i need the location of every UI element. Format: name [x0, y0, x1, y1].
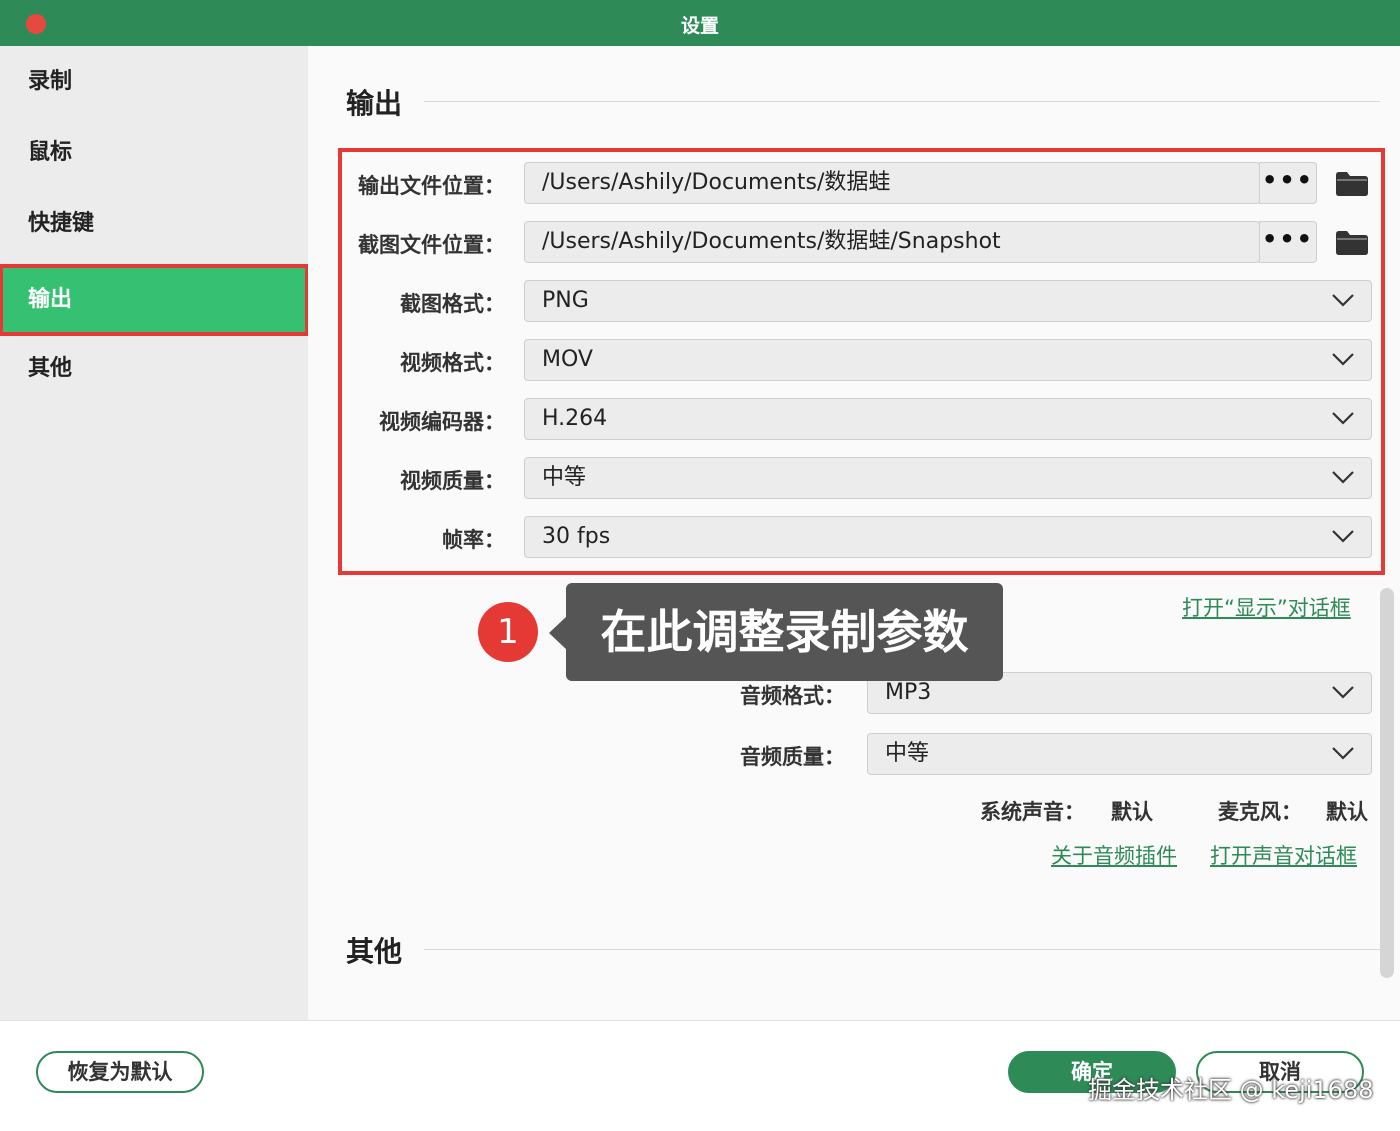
- video-format-label: 视频格式：: [400, 351, 505, 375]
- snapshot-format-select[interactable]: PNG: [524, 280, 1372, 322]
- output-folder-icon[interactable]: [1336, 172, 1368, 196]
- chevron-down-icon: [1332, 471, 1354, 484]
- audio-quality-value: 中等: [885, 741, 930, 766]
- sidebar: 录制 鼠标 快捷键 输出 其他: [0, 46, 309, 1020]
- chevron-down-icon: [1332, 412, 1354, 425]
- frame-rate-label: 帧率：: [442, 528, 505, 552]
- output-path-browse-button[interactable]: •••: [1259, 162, 1317, 204]
- video-format-select[interactable]: MOV: [524, 339, 1372, 381]
- window-title: 设置: [680, 15, 719, 37]
- output-path-label: 输出文件位置：: [358, 174, 505, 198]
- sidebar-item-shortcuts[interactable]: 快捷键: [0, 194, 308, 254]
- sidebar-item-record[interactable]: 录制: [0, 52, 308, 112]
- chevron-down-icon: [1332, 530, 1354, 543]
- output-path-field[interactable]: /Users/Ashily/Documents/数据蛙: [524, 162, 1260, 204]
- section-divider: [424, 101, 1380, 102]
- chevron-down-icon: [1332, 686, 1354, 699]
- chevron-down-icon: [1332, 353, 1354, 366]
- sidebar-item-mouse[interactable]: 鼠标: [0, 123, 308, 183]
- sidebar-item-output[interactable]: 输出: [0, 264, 309, 336]
- snapshot-path-browse-button[interactable]: •••: [1259, 221, 1317, 263]
- system-sound-label: 系统声音：: [980, 800, 1085, 824]
- audio-quality-select[interactable]: 中等: [867, 733, 1372, 775]
- snapshot-path-label: 截图文件位置：: [358, 233, 505, 257]
- audio-format-label: 音频格式：: [740, 684, 845, 708]
- callout-pointer: [549, 616, 567, 650]
- open-sound-dialog-link[interactable]: 打开声音对话框: [1210, 840, 1357, 870]
- title-bar: 设置: [0, 0, 1400, 46]
- scrollbar[interactable]: [1380, 588, 1394, 978]
- open-display-dialog-link[interactable]: 打开“显示”对话框: [1182, 592, 1351, 622]
- callout-number-badge: 1: [478, 602, 538, 662]
- frame-rate-select[interactable]: 30 fps: [524, 516, 1372, 558]
- output-section-title: 输出: [346, 87, 403, 120]
- chevron-down-icon: [1332, 747, 1354, 760]
- system-sound-value: 默认: [1111, 800, 1153, 824]
- sidebar-item-other[interactable]: 其他: [0, 339, 308, 399]
- audio-plugin-link[interactable]: 关于音频插件: [1051, 840, 1177, 870]
- video-quality-label: 视频质量：: [400, 469, 505, 493]
- chevron-down-icon: [1332, 294, 1354, 307]
- video-format-value: MOV: [542, 347, 593, 372]
- other-section-title: 其他: [346, 935, 403, 968]
- video-quality-select[interactable]: 中等: [524, 457, 1372, 499]
- callout-text: 在此调整录制参数: [566, 583, 1003, 681]
- microphone-label: 麦克风：: [1218, 800, 1302, 824]
- audio-quality-label: 音频质量：: [740, 745, 845, 769]
- frame-rate-value: 30 fps: [542, 524, 611, 549]
- microphone-value: 默认: [1326, 800, 1368, 824]
- snapshot-folder-icon[interactable]: [1336, 231, 1368, 255]
- video-codec-label: 视频编码器：: [379, 410, 505, 434]
- audio-format-value: MP3: [885, 680, 932, 705]
- video-quality-value: 中等: [542, 465, 587, 490]
- video-codec-value: H.264: [542, 406, 608, 431]
- restore-defaults-button[interactable]: 恢复为默认: [36, 1051, 204, 1093]
- snapshot-path-field[interactable]: /Users/Ashily/Documents/数据蛙/Snapshot: [524, 221, 1260, 263]
- watermark: 掘金技术社区 @ keji1688: [1088, 1076, 1374, 1104]
- section-divider: [424, 949, 1380, 950]
- video-codec-select[interactable]: H.264: [524, 398, 1372, 440]
- snapshot-format-value: PNG: [542, 288, 589, 313]
- snapshot-format-label: 截图格式：: [400, 292, 505, 316]
